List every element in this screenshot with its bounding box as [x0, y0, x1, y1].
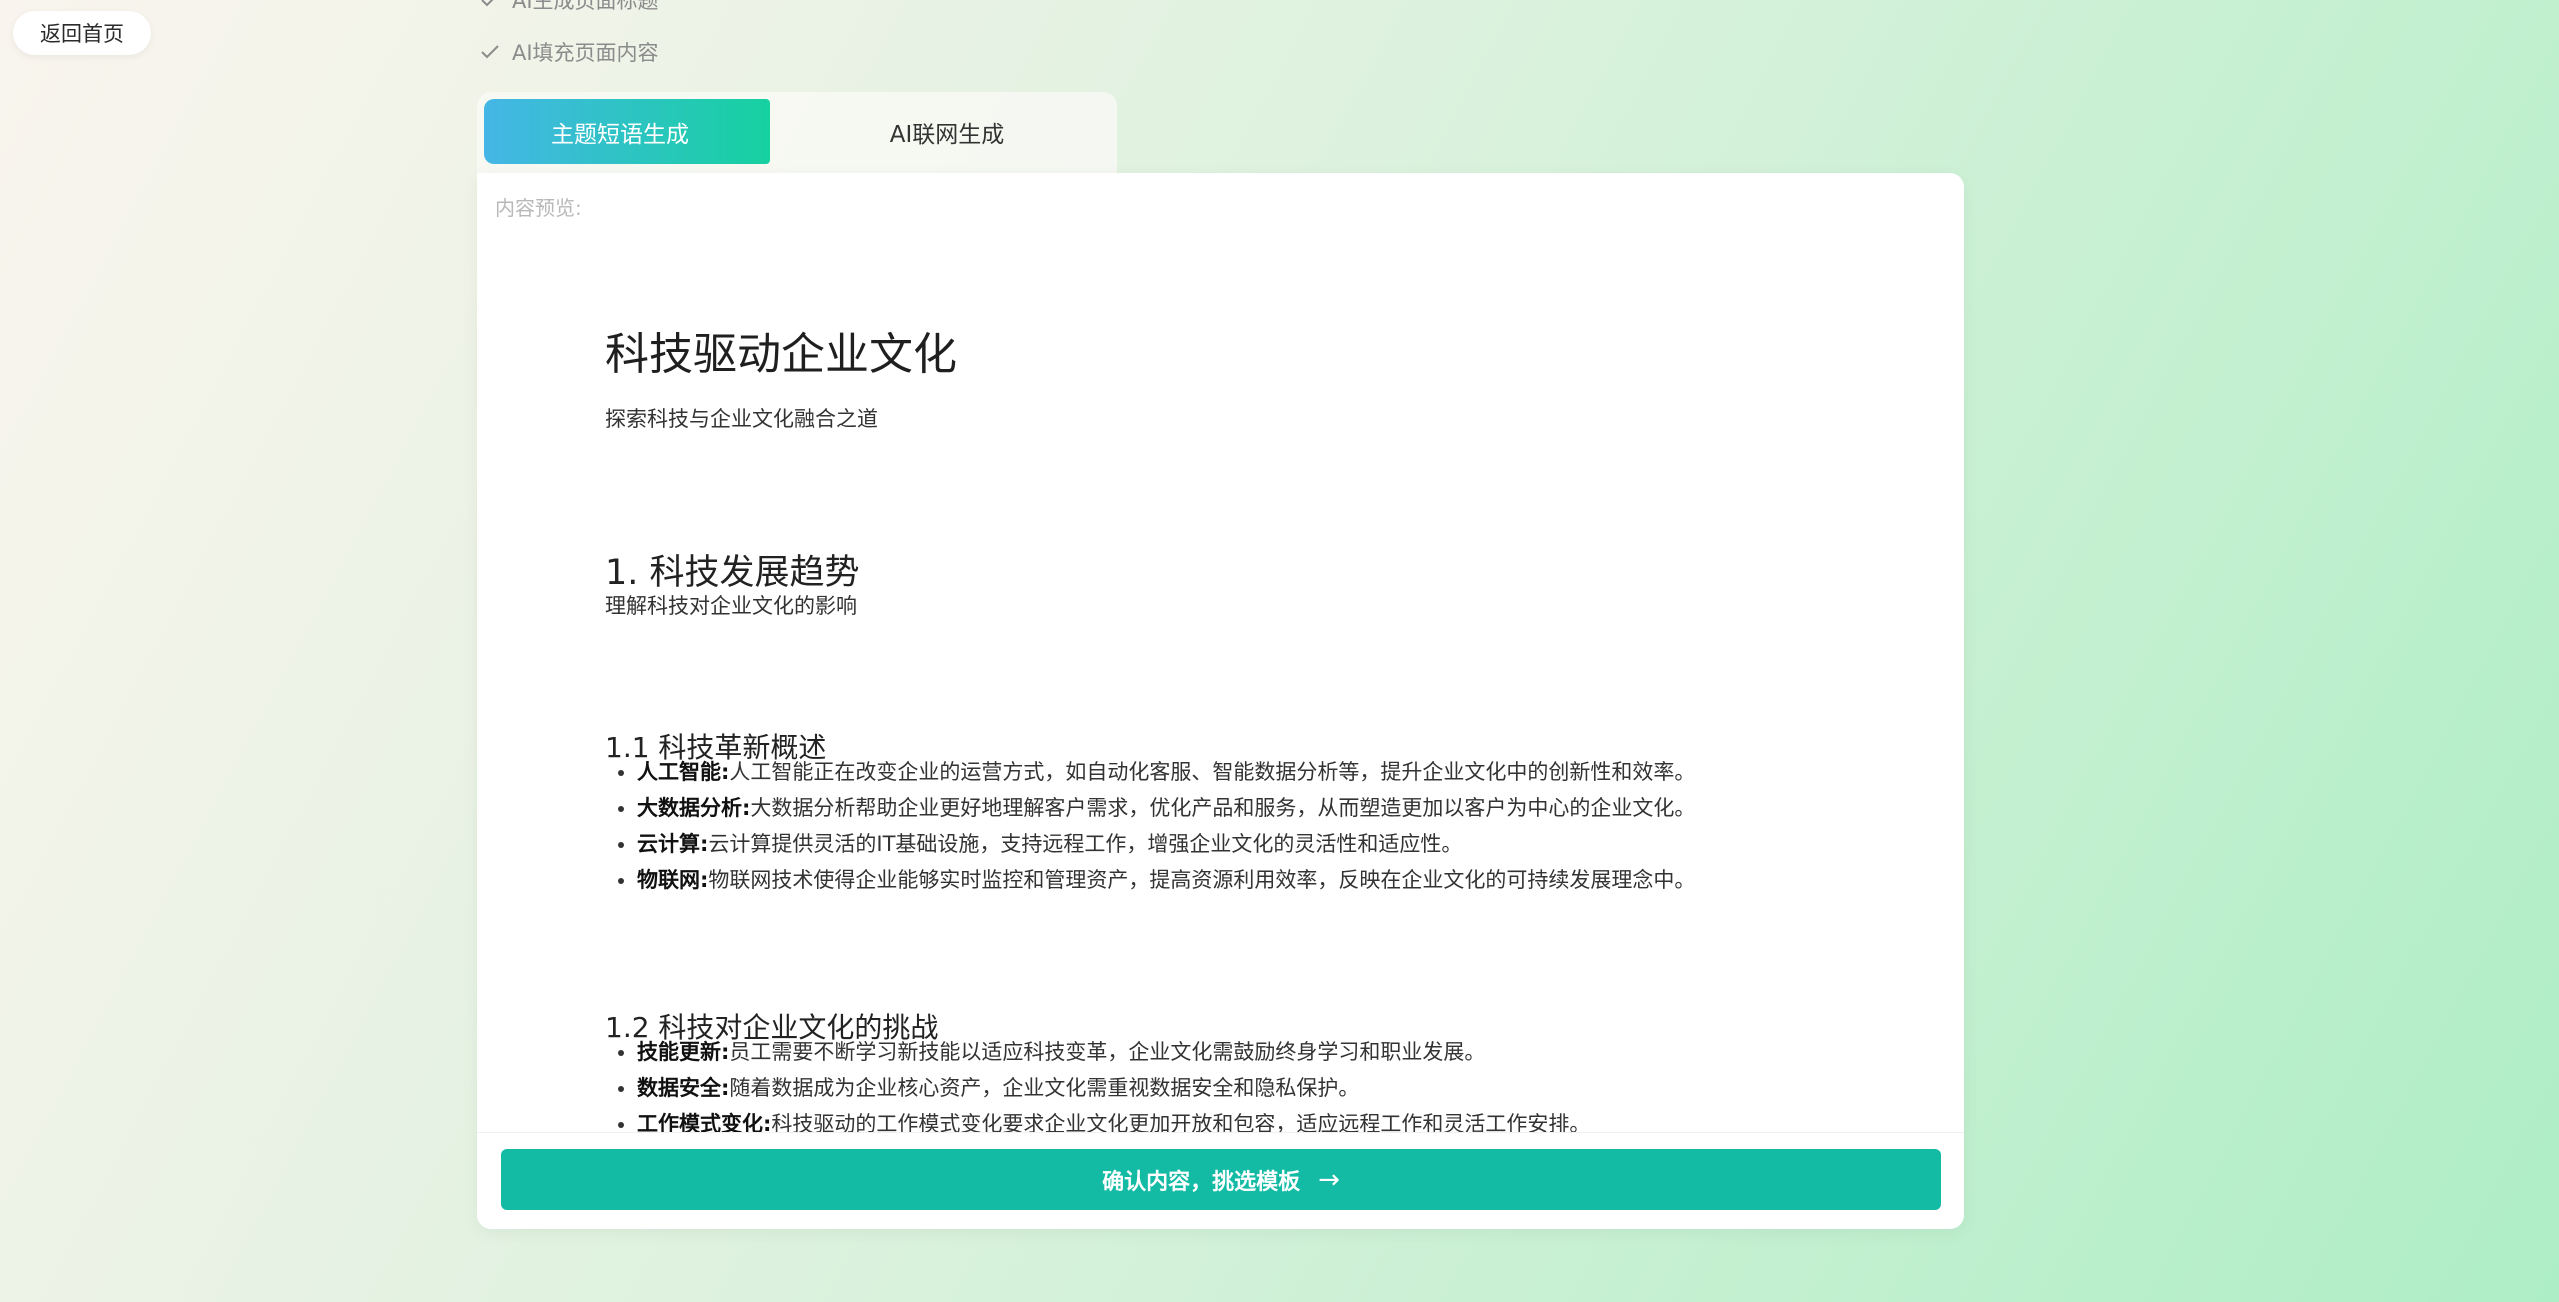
document-preview[interactable]: 科技驱动企业文化 探索科技与企业文化融合之道 1. 科技发展趋势 理解科技对企业… — [605, 318, 1805, 1229]
section-description: 理解科技对企业文化的影响 — [605, 594, 857, 618]
doc-subtitle: 探索科技与企业文化融合之道 — [605, 407, 878, 431]
tab-ai-web[interactable]: AI联网生成 — [807, 99, 1087, 164]
preview-label: 内容预览: — [495, 196, 582, 220]
bullet-list: 人工智能:人工智能正在改变企业的运营方式，如自动化客服、智能数据分析等，提升企业… — [605, 754, 1787, 898]
step-label: AI生成页面标题 — [512, 0, 659, 13]
step-label: AI填充页面内容 — [512, 41, 659, 65]
check-icon — [480, 44, 504, 60]
check-icon — [480, 0, 504, 8]
content-preview-card: 内容预览: 科技驱动企业文化 探索科技与企业文化融合之道 1. 科技发展趋势 理… — [477, 173, 1964, 1229]
action-bar: 确认内容，挑选模板 → — [477, 1132, 1964, 1229]
generation-mode-tabs: 主题短语生成 AI联网生成 — [477, 92, 1117, 178]
bullet-list: 技能更新:员工需要不断学习新技能以适应科技变革，企业文化需鼓励终身学习和职业发展… — [605, 1034, 1787, 1142]
list-item: 大数据分析:大数据分析帮助企业更好地理解客户需求，优化产品和服务，从而塑造更加以… — [637, 790, 1787, 826]
confirm-select-template-button[interactable]: 确认内容，挑选模板 → — [501, 1149, 1941, 1210]
section-heading: 1. 科技发展趋势 — [605, 553, 860, 594]
list-item: 数据安全:随着数据成为企业核心资产，企业文化需重视数据安全和隐私保护。 — [637, 1070, 1787, 1106]
step-item-title: AI生成页面标题 — [480, 0, 659, 15]
arrow-right-icon: → — [1318, 1164, 1340, 1195]
doc-title: 科技驱动企业文化 — [605, 329, 957, 380]
list-item: 物联网:物联网技术使得企业能够实时监控和管理资产，提高资源利用效率，反映在企业文… — [637, 862, 1787, 898]
confirm-button-label: 确认内容，挑选模板 — [1102, 1169, 1301, 1195]
list-item: 云计算:云计算提供灵活的IT基础设施，支持远程工作，增强企业文化的灵活性和适应性… — [637, 826, 1787, 862]
tab-topic-phrase[interactable]: 主题短语生成 — [484, 99, 770, 164]
list-item: 人工智能:人工智能正在改变企业的运营方式，如自动化客服、智能数据分析等，提升企业… — [637, 754, 1787, 790]
step-item-content: AI填充页面内容 — [480, 37, 659, 67]
list-item: 技能更新:员工需要不断学习新技能以适应科技变革，企业文化需鼓励终身学习和职业发展… — [637, 1034, 1787, 1070]
back-home-button[interactable]: 返回首页 — [13, 11, 151, 55]
